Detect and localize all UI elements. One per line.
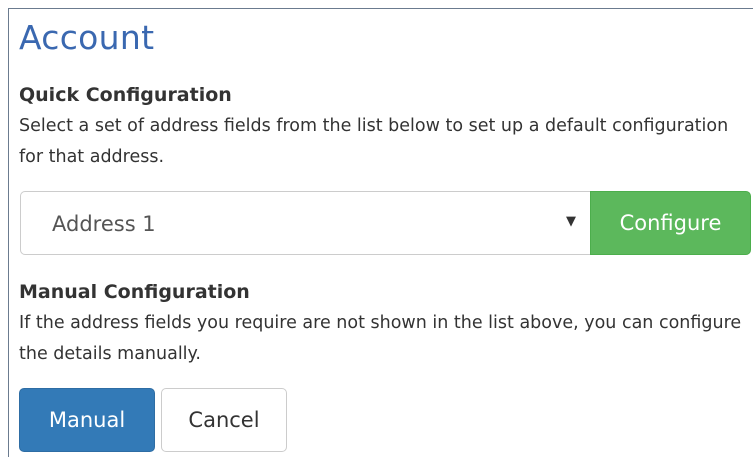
manual-button[interactable]: Manual: [19, 388, 155, 452]
quick-configuration-heading: Quick Configuration: [19, 84, 232, 106]
quick-configuration-description: Select a set of address fields from the …: [19, 116, 729, 167]
caret-down-icon: ▼: [566, 214, 576, 229]
address-select[interactable]: Address 1 ▼: [20, 191, 590, 255]
address-select-value: Address 1: [52, 212, 156, 236]
configure-button[interactable]: Configure: [590, 191, 751, 255]
manual-configuration-description: If the address fields you require are no…: [19, 313, 742, 364]
cancel-button[interactable]: Cancel: [161, 388, 287, 452]
page-title: Account: [19, 18, 155, 57]
manual-configuration-heading: Manual Configuration: [19, 281, 250, 303]
